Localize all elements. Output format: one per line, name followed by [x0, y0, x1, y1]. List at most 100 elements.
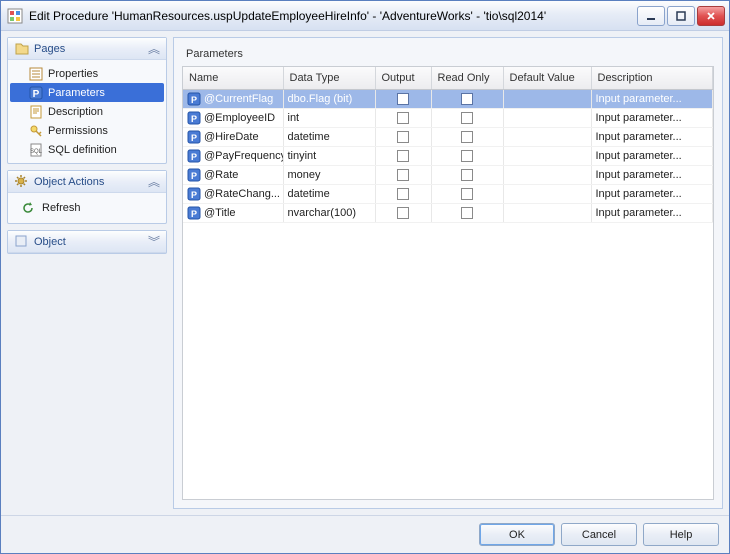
maximize-button[interactable] [667, 6, 695, 26]
param-default [503, 184, 591, 203]
readonly-checkbox[interactable] [436, 169, 499, 181]
object-actions-panel: Object Actions ︽ Refresh [7, 170, 167, 224]
object-panel-header[interactable]: Object ︾ [8, 231, 166, 253]
output-checkbox[interactable] [380, 150, 427, 162]
sidebar-item-label: Parameters [48, 87, 105, 99]
parameters-table-container: Name Data Type Output Read Only Default … [182, 66, 714, 500]
table-row[interactable]: P@RateChang...datetimeInput parameter... [183, 184, 713, 203]
readonly-checkbox[interactable] [436, 93, 499, 105]
description-icon [28, 104, 44, 120]
expand-icon: ︾ [148, 233, 160, 250]
main-pane: Parameters Name Data Type Output Read On… [173, 37, 723, 509]
param-name: @Rate [204, 169, 238, 181]
svg-text:P: P [191, 133, 197, 143]
parameter-icon: P [187, 111, 201, 125]
parameters-icon: P [28, 85, 44, 101]
svg-text:P: P [191, 95, 197, 105]
gear-icon [14, 174, 30, 190]
col-description[interactable]: Description [591, 67, 713, 89]
close-button[interactable] [697, 6, 725, 26]
param-datatype: nvarchar(100) [283, 203, 375, 222]
readonly-checkbox[interactable] [436, 112, 499, 124]
parameter-icon: P [187, 130, 201, 144]
readonly-checkbox[interactable] [436, 131, 499, 143]
collapse-icon: ︽ [148, 173, 160, 190]
help-button[interactable]: Help [643, 523, 719, 546]
table-row[interactable]: P@EmployeeIDintInput parameter... [183, 108, 713, 127]
svg-text:SQL: SQL [30, 149, 43, 155]
col-name[interactable]: Name [183, 67, 283, 89]
sidebar-item-parameters[interactable]: P Parameters [10, 83, 164, 102]
parameter-icon: P [187, 149, 201, 163]
parameter-icon: P [187, 187, 201, 201]
col-defaultvalue[interactable]: Default Value [503, 67, 591, 89]
param-default [503, 89, 591, 108]
output-checkbox[interactable] [380, 93, 427, 105]
param-description: Input parameter... [591, 165, 713, 184]
cancel-button[interactable]: Cancel [561, 523, 637, 546]
svg-text:P: P [191, 171, 197, 181]
minimize-button[interactable] [637, 6, 665, 26]
param-default [503, 146, 591, 165]
dialog-footer: OK Cancel Help [1, 515, 729, 553]
param-default [503, 127, 591, 146]
sidebar-item-sql-definition[interactable]: SQL SQL definition [10, 140, 164, 159]
output-checkbox[interactable] [380, 207, 427, 219]
param-description: Input parameter... [591, 127, 713, 146]
action-refresh[interactable]: Refresh [10, 197, 164, 219]
pages-icon [14, 41, 30, 57]
titlebar[interactable]: Edit Procedure 'HumanResources.uspUpdate… [1, 1, 729, 31]
sidebar-item-label: Description [48, 106, 103, 118]
sidebar-item-description[interactable]: Description [10, 102, 164, 121]
object-actions-header[interactable]: Object Actions ︽ [8, 171, 166, 193]
output-checkbox[interactable] [380, 169, 427, 181]
param-name: @HireDate [204, 131, 259, 143]
param-datatype: tinyint [283, 146, 375, 165]
svg-text:P: P [191, 114, 197, 124]
pages-panel-header[interactable]: Pages ︽ [8, 38, 166, 60]
output-checkbox[interactable] [380, 188, 427, 200]
object-panel: Object ︾ [7, 230, 167, 254]
param-description: Input parameter... [591, 89, 713, 108]
param-description: Input parameter... [591, 184, 713, 203]
table-row[interactable]: P @PayFrequencytinyint Input parameter... [183, 146, 713, 165]
window-title: Edit Procedure 'HumanResources.uspUpdate… [29, 9, 637, 23]
pages-panel-label: Pages [34, 43, 148, 55]
sidebar-item-properties[interactable]: Properties [10, 64, 164, 83]
action-label: Refresh [42, 202, 81, 214]
col-datatype[interactable]: Data Type [283, 67, 375, 89]
param-name: @PayFrequency [204, 150, 283, 162]
refresh-icon [20, 200, 36, 216]
svg-text:P: P [33, 89, 40, 100]
readonly-checkbox[interactable] [436, 188, 499, 200]
sidebar-item-label: SQL definition [48, 144, 117, 156]
table-row[interactable]: P@HireDatedatetimeInput parameter... [183, 127, 713, 146]
svg-text:P: P [191, 152, 197, 162]
col-readonly[interactable]: Read Only [431, 67, 503, 89]
object-icon [14, 234, 30, 250]
param-datatype: datetime [283, 184, 375, 203]
table-row[interactable]: P@RatemoneyInput parameter... [183, 165, 713, 184]
output-checkbox[interactable] [380, 112, 427, 124]
table-row[interactable]: P@CurrentFlagdbo.Flag (bit)Input paramet… [183, 89, 713, 108]
sidebar-item-label: Permissions [48, 125, 108, 137]
pages-panel: Pages ︽ Properties P Parameters Descript… [7, 37, 167, 164]
parameters-table[interactable]: Name Data Type Output Read Only Default … [183, 67, 713, 223]
parameter-icon: P [187, 206, 201, 220]
readonly-checkbox[interactable] [436, 150, 499, 162]
table-row[interactable]: P@Title nvarchar(100) Input parameter... [183, 203, 713, 222]
ok-button[interactable]: OK [479, 523, 555, 546]
param-datatype: int [283, 108, 375, 127]
output-checkbox[interactable] [380, 131, 427, 143]
section-title: Parameters [186, 48, 714, 60]
readonly-checkbox[interactable] [436, 207, 499, 219]
sidebar-item-permissions[interactable]: Permissions [10, 121, 164, 140]
permissions-icon [28, 123, 44, 139]
param-description: Input parameter... [591, 146, 713, 165]
sidebar-item-label: Properties [48, 68, 98, 80]
col-output[interactable]: Output [375, 67, 431, 89]
param-default [503, 108, 591, 127]
collapse-icon: ︽ [148, 40, 160, 57]
param-name: @Title [204, 207, 236, 219]
param-description: Input parameter... [591, 203, 713, 222]
